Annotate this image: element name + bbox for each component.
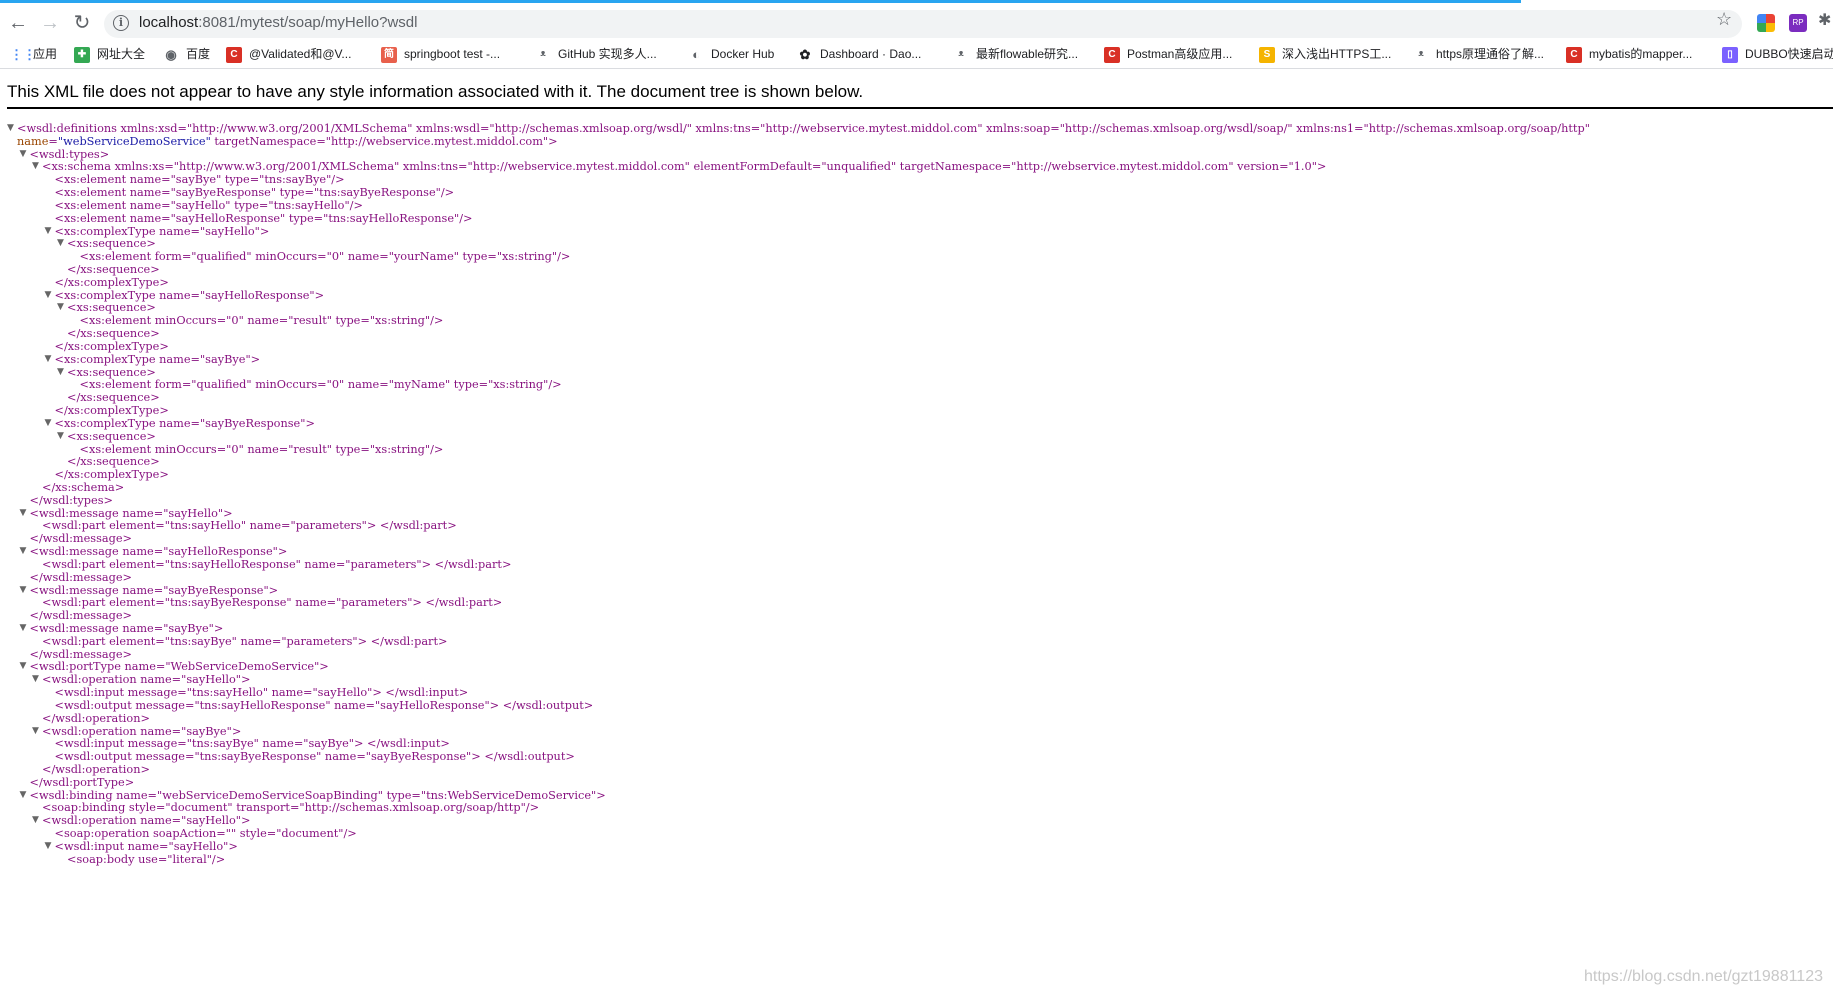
- bookmark-label: 网址大全: [97, 47, 146, 61]
- extension-colorful-icon[interactable]: [1757, 14, 1775, 32]
- apps-grid-icon: ⋮⋮: [10, 46, 36, 62]
- browser-toolbar: ← → ↻ i localhost:8081/mytest/soap/myHel…: [0, 3, 1833, 40]
- bookmark-item[interactable]: ◐ Docker Hub: [688, 45, 774, 63]
- collapse-triangle-icon[interactable]: ▼: [20, 583, 27, 598]
- bookmark-item[interactable]: ᵜ 最新flowable研究...: [953, 45, 1078, 63]
- url-text[interactable]: localhost:8081/mytest/soap/myHello?wsdl: [139, 14, 417, 31]
- bird-icon: ᵜ: [958, 46, 964, 62]
- collapse-triangle-icon[interactable]: ▼: [45, 352, 52, 367]
- bookmark-label: GitHub 实现多人...: [558, 47, 657, 61]
- bookmark-label: DUBBO快速启动: [1745, 47, 1833, 61]
- puzzle-icon: ✚: [74, 46, 90, 63]
- notice-divider: [7, 107, 1833, 109]
- collapse-triangle-icon[interactable]: ▼: [57, 300, 64, 315]
- collapse-triangle-icon[interactable]: ▼: [57, 236, 64, 251]
- bookmark-item[interactable]: S 深入浅出HTTPS工...: [1259, 45, 1391, 63]
- url-path: :8081/mytest/soap/myHello?wsdl: [198, 14, 418, 31]
- bird-icon: ᵜ: [540, 46, 546, 62]
- bookmark-item[interactable]: ▯ DUBBO快速启动: [1722, 45, 1833, 63]
- extension-puzzle-icon[interactable]: ✱: [1818, 10, 1833, 29]
- bookmark-label: 百度: [186, 47, 211, 61]
- bookmark-label: springboot test -...: [404, 47, 501, 61]
- address-bar[interactable]: i localhost:8081/mytest/soap/myHello?wsd…: [104, 10, 1742, 38]
- bookmark-label: 深入浅出HTTPS工...: [1282, 47, 1392, 61]
- bookmark-item[interactable]: ⋮⋮应用: [10, 45, 57, 63]
- collapse-triangle-icon[interactable]: ▼: [20, 788, 27, 803]
- collapse-triangle-icon[interactable]: ▼: [20, 147, 27, 162]
- bookmark-label: Dashboard · Dao...: [820, 47, 922, 61]
- back-arrow-icon[interactable]: ←: [4, 9, 32, 37]
- bookmark-star-icon[interactable]: ☆: [1716, 9, 1732, 30]
- xml-style-notice: This XML file does not appear to have an…: [7, 82, 864, 101]
- bookmark-item[interactable]: ✚ 网址大全: [74, 45, 145, 63]
- bookmark-item[interactable]: ᵜ https原理通俗了解...: [1413, 45, 1544, 63]
- collapse-triangle-icon[interactable]: ▼: [32, 724, 39, 739]
- collapse-triangle-icon[interactable]: ▼: [7, 121, 14, 136]
- reload-icon[interactable]: ↻: [68, 9, 96, 37]
- bookmark-item[interactable]: Cmybatis的mapper...: [1566, 45, 1692, 63]
- xml-line-text: <soap:body use="literal"/>: [67, 852, 226, 866]
- collapse-triangle-icon[interactable]: ▼: [32, 159, 39, 174]
- collapse-triangle-icon[interactable]: ▼: [20, 659, 27, 674]
- sogou-icon: S: [1259, 46, 1275, 63]
- bookmark-item[interactable]: ✿ Dashboard · Dao...: [797, 45, 922, 63]
- bookmark-label: Postman高级应用...: [1127, 47, 1233, 61]
- globe-icon: ◉: [165, 46, 177, 62]
- bookmarks-bar: ⋮⋮应用 ✚ 网址大全 ◉ 百度 C @Validated和@V... 简 springboot…: [0, 40, 1833, 69]
- csdn-icon: C: [226, 46, 242, 63]
- collapse-triangle-icon[interactable]: ▼: [45, 839, 52, 854]
- collapse-triangle-icon[interactable]: ▼: [20, 544, 27, 559]
- bird-icon: ᵜ: [1418, 46, 1424, 62]
- forward-arrow-icon[interactable]: →: [36, 9, 64, 37]
- collapse-triangle-icon[interactable]: ▼: [45, 416, 52, 431]
- collapse-triangle-icon[interactable]: ▼: [45, 224, 52, 239]
- url-host: localhost: [139, 14, 199, 31]
- csdn-icon: C: [1104, 46, 1120, 63]
- collapse-triangle-icon[interactable]: ▼: [32, 813, 39, 828]
- doc-icon: ▯: [1722, 46, 1738, 63]
- bookmark-label: https原理通俗了解...: [1436, 47, 1545, 61]
- docker-icon: ◐: [692, 46, 700, 62]
- collapse-triangle-icon[interactable]: ▼: [20, 506, 27, 521]
- bookmark-label: 应用: [33, 47, 58, 61]
- bookmark-label: mybatis的mapper...: [1589, 47, 1693, 61]
- bookmark-item[interactable]: C Postman高级应用...: [1104, 45, 1232, 63]
- gear-icon: ✿: [799, 46, 811, 62]
- info-icon[interactable]: i: [113, 15, 129, 31]
- bookmark-label: Docker Hub: [711, 47, 775, 61]
- bookmark-label: 最新flowable研究...: [976, 47, 1079, 61]
- jianshu-icon: 简: [381, 46, 397, 63]
- bookmark-label: @Validated和@V...: [249, 47, 352, 61]
- csdn-icon: C: [1566, 46, 1582, 63]
- xml-line: <soap:body use="literal"/>: [67, 852, 225, 867]
- bookmark-item[interactable]: ◉ 百度: [163, 45, 210, 63]
- bookmark-item[interactable]: C @Validated和@V...: [226, 45, 351, 63]
- collapse-triangle-icon[interactable]: ▼: [20, 621, 27, 636]
- collapse-triangle-icon[interactable]: ▼: [32, 672, 39, 687]
- extension-rp-icon[interactable]: RP: [1789, 14, 1807, 32]
- watermark: https://blog.csdn.net/gzt19881123: [1584, 968, 1823, 985]
- bookmark-item[interactable]: 简 springboot test -...: [381, 45, 500, 63]
- bookmark-item[interactable]: ᵜ GitHub 实现多人...: [535, 45, 657, 63]
- collapse-triangle-icon[interactable]: ▼: [57, 429, 64, 444]
- collapse-triangle-icon[interactable]: ▼: [45, 288, 52, 303]
- collapse-triangle-icon[interactable]: ▼: [57, 365, 64, 380]
